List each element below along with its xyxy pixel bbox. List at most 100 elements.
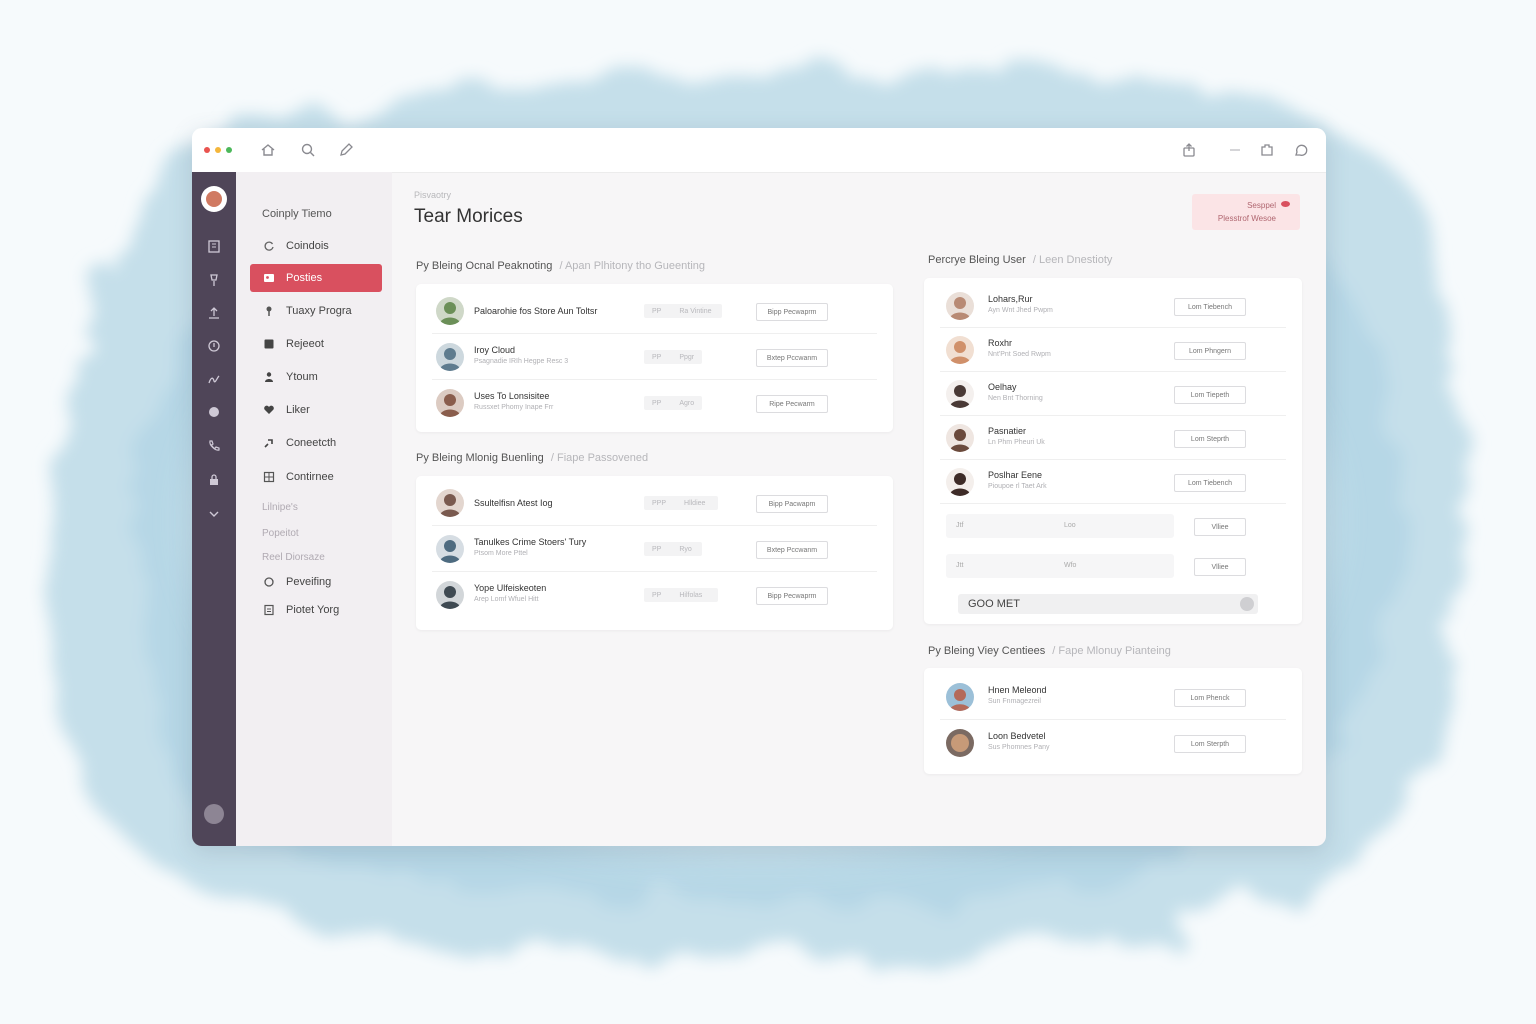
building-icon[interactable] xyxy=(206,238,222,254)
user-name: Lohars,Rur xyxy=(988,294,1033,304)
user-detail: Pioupoe rl Taet Ark xyxy=(988,483,1047,490)
extension-icon[interactable] xyxy=(1258,141,1276,159)
results-card: Hnen Meleond Sun Fnmagezreil Lom Phenck … xyxy=(924,668,1302,774)
circle-icon xyxy=(262,575,276,589)
row-status-pill: PP Ra Vintine xyxy=(644,304,722,318)
link-icon xyxy=(262,436,276,450)
row-action-button[interactable]: Bipp Pecwaprm xyxy=(756,587,828,605)
lock-icon[interactable] xyxy=(206,472,222,488)
avatar xyxy=(946,683,974,711)
nav-item-label: Coindois xyxy=(286,240,329,252)
section-header: Percrye Bleing User / Leen Dnestioty xyxy=(928,254,1112,266)
table-row[interactable]: Iroy Cloud Psagnadie IRIh Hegpe Resc 3 P… xyxy=(416,334,893,380)
section-subtitle: / Apan Plhitony tho Gueenting xyxy=(559,260,705,272)
table-row[interactable]: Ssultelfisn Atest Iog PPP Hlldiee Bipp Pa… xyxy=(416,480,893,526)
upload-icon[interactable] xyxy=(206,305,222,321)
list-item[interactable]: Pasnatier Ln Phm Pheuri Uk Lom Steprth xyxy=(924,416,1302,460)
page-title: Tear Morices xyxy=(414,206,523,227)
nav-item-rejeeot[interactable]: Rejeeot xyxy=(250,330,382,358)
row-action-button[interactable]: Ripe Pecwarm xyxy=(756,395,828,413)
search-submit-icon[interactable] xyxy=(1240,597,1254,611)
search-icon[interactable] xyxy=(299,141,317,159)
user-action-button[interactable]: Lom Steprth xyxy=(1174,430,1246,448)
maximize-window-button[interactable] xyxy=(226,147,232,153)
home-icon[interactable] xyxy=(259,141,277,159)
nav-item-ytoum[interactable]: Ytoum xyxy=(250,363,382,391)
chat-icon[interactable] xyxy=(1292,141,1310,159)
minimize-window-button[interactable] xyxy=(215,147,221,153)
avatar xyxy=(946,336,974,364)
nav-item-coindois[interactable]: Coindois xyxy=(250,232,382,260)
nav-item-coneetcth[interactable]: Coneetcth xyxy=(250,429,382,457)
pin-icon[interactable] xyxy=(206,272,222,288)
avatar xyxy=(436,489,464,517)
row-action-button[interactable]: Bxtep Pccwanm xyxy=(756,349,828,367)
results-card: Paloarohie fos Store Aun Toltsr PP Ra Vin… xyxy=(416,284,893,432)
notice-line-1: Sesppel xyxy=(1247,201,1276,210)
section-subtitle: / Fape Mlonuy Pianteing xyxy=(1052,645,1171,657)
list-item[interactable]: Oelhay Nen Bnt Thorning Lom Tiepeth xyxy=(924,372,1302,416)
nav-item-liker[interactable]: Liker xyxy=(250,396,382,424)
nav-section-header: Popeitot xyxy=(262,528,299,539)
nav-item-piotet-yorg[interactable]: Piotet Yorg xyxy=(250,596,382,624)
row-action-button[interactable]: Bipp Pecwaprm xyxy=(756,303,828,321)
avatar xyxy=(436,343,464,371)
row-action-button[interactable]: Bipp Pacwapm xyxy=(756,495,828,513)
nav-item-label: Tuaxy Progra xyxy=(286,305,352,317)
list-item[interactable]: Hnen Meleond Sun Fnmagezreil Lom Phenck xyxy=(924,674,1302,720)
table-row[interactable]: Tanulkes Crime Stoers' Tury Ptsom More P… xyxy=(416,526,893,572)
list-item[interactable]: Loon Bedvetel Sus Phomnes Pany Lom Sterp… xyxy=(924,720,1302,766)
nav-item-label: Liker xyxy=(286,404,310,416)
globe-icon[interactable] xyxy=(206,404,222,420)
list-item[interactable]: Poslhar Eene Pioupoe rl Taet Ark Lom Tie… xyxy=(924,460,1302,504)
settings-icon[interactable] xyxy=(204,804,224,824)
user-action-button[interactable]: Lom Phenck xyxy=(1174,689,1246,707)
table-row[interactable]: Yope Ulfeiskeoten Arep Lomf Wfuel Hitt P… xyxy=(416,572,893,618)
row-action-button[interactable]: Bxtep Pccwanm xyxy=(756,541,828,559)
user-detail: Nnt'Pnt Soed Rwpm xyxy=(988,351,1051,358)
user-action-button[interactable]: Lom Sterpth xyxy=(1174,735,1246,753)
row-status-pill: PP Hilfolas xyxy=(644,588,718,602)
user-name: Hnen Meleond xyxy=(988,685,1047,695)
user-action-button[interactable]: Lom Tiebench xyxy=(1174,298,1246,316)
nav-item-tuaxy-progra[interactable]: Tuaxy Progra xyxy=(250,297,382,325)
nav-panel: Coinply Tiemo Coindois Posties Tuaxy Pro… xyxy=(236,172,392,846)
list-item[interactable]: Roxhr Nnt'Pnt Soed Rwpm Lom Phngern xyxy=(924,328,1302,372)
row-status-pill: PP Agro xyxy=(644,396,702,410)
results-card: Ssultelfisn Atest Iog PPP Hlldiee Bipp Pa… xyxy=(416,476,893,630)
row-status-pill: PP Ryo xyxy=(644,542,702,556)
nav-item-label: Peveifing xyxy=(286,576,332,588)
table-row[interactable]: Uses To Lonsisitee Russxet Phomy Inape F… xyxy=(416,380,893,426)
row-name: Iroy Cloud xyxy=(474,345,516,355)
search-input[interactable]: GOO MET xyxy=(958,594,1258,614)
share-icon[interactable] xyxy=(1180,141,1198,159)
user-avatar[interactable] xyxy=(201,186,227,212)
avatar xyxy=(436,389,464,417)
nav-item-posties[interactable]: Posties xyxy=(250,264,382,292)
eye-icon xyxy=(1281,201,1290,207)
notice-line-2: Plesstrof Wesoe xyxy=(1217,214,1276,223)
table-row[interactable]: Paloarohie fos Store Aun Toltsr PP Ra Vin… xyxy=(416,288,893,334)
nav-item-label: Piotet Yorg xyxy=(286,604,340,616)
user-action-button[interactable]: Lom Tiepeth xyxy=(1174,386,1246,404)
nav-item-label: Contirnee xyxy=(286,471,334,483)
chevron-down-icon[interactable] xyxy=(206,506,222,522)
user-action-button[interactable]: Lom Tiebench xyxy=(1174,474,1246,492)
row-name: Paloarohie fos Store Aun Toltsr xyxy=(474,306,598,316)
user-action-button[interactable]: Lom Phngern xyxy=(1174,342,1246,360)
list-item[interactable]: Lohars,Rur Ayn Wnt Jhed Pwpm Lom Tiebenc… xyxy=(924,284,1302,328)
shield-icon[interactable] xyxy=(206,338,222,354)
signature-icon[interactable] xyxy=(206,371,222,387)
minimize-icon[interactable] xyxy=(1226,141,1244,159)
phone-icon[interactable] xyxy=(206,438,222,454)
empty-input-field[interactable]: Jtf Loo xyxy=(946,514,1174,538)
nav-item-peveifing[interactable]: Peveifing xyxy=(250,568,382,596)
field-action-button[interactable]: Vlliee xyxy=(1194,558,1246,576)
field-action-button[interactable]: Vlliee xyxy=(1194,518,1246,536)
nav-item-contirnee[interactable]: Contirnee xyxy=(250,463,382,491)
notice-badge[interactable]: Sesppel Plesstrof Wesoe xyxy=(1192,194,1300,230)
close-window-button[interactable] xyxy=(204,147,210,153)
pen-icon[interactable] xyxy=(337,141,355,159)
empty-input-field[interactable]: Jtt Wfo xyxy=(946,554,1174,578)
row-status-pill: PP Ppgr xyxy=(644,350,702,364)
